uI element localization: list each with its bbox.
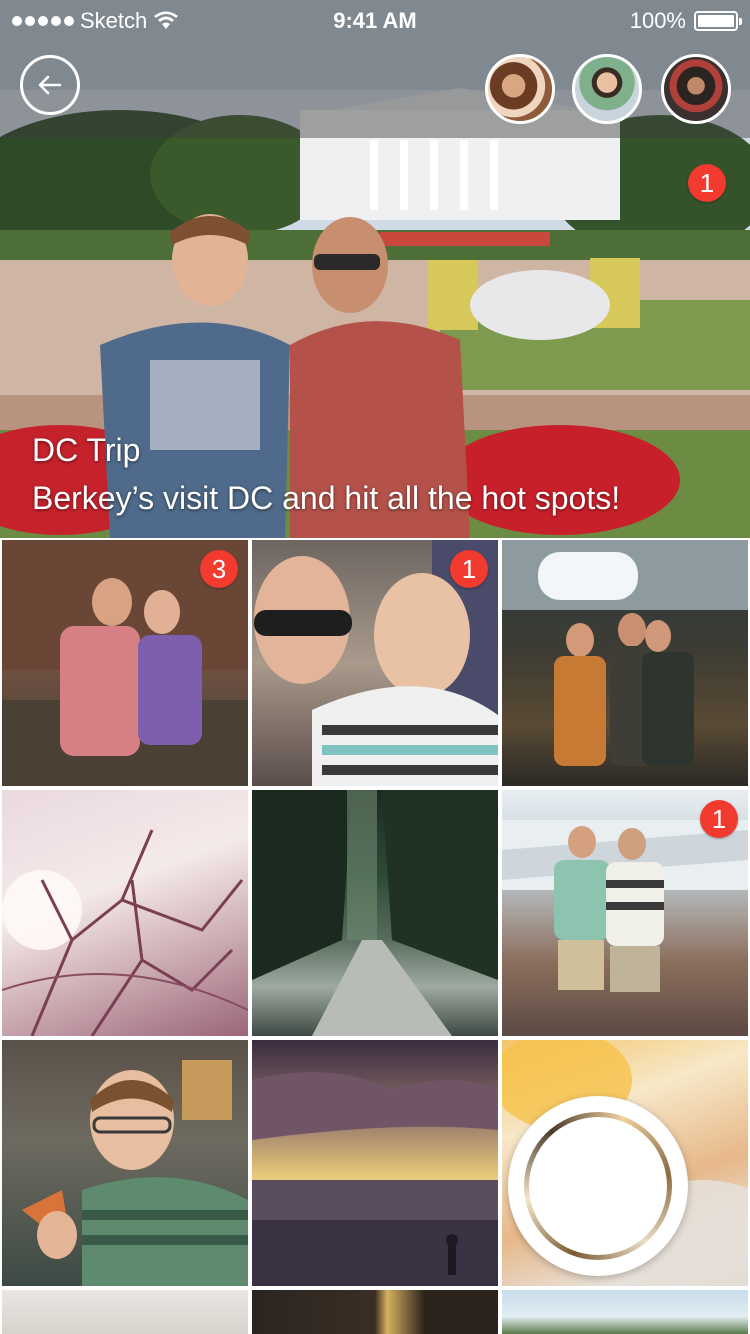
photo-tile-selfie[interactable]: 1 (252, 540, 498, 786)
status-right: 100% (629, 8, 742, 34)
restaurant-group-photo (502, 540, 748, 766)
avatar-group[interactable] (661, 54, 731, 124)
photo-tile-museum[interactable]: 1 (502, 790, 748, 1036)
photo-tile-teen-pizza[interactable] (2, 1040, 248, 1286)
forest-road-photo (252, 790, 498, 1036)
back-button[interactable] (20, 55, 80, 115)
capture-button[interactable] (508, 1096, 688, 1276)
photo-tile-partial-2[interactable] (252, 1290, 498, 1334)
avatar-teen[interactable] (572, 54, 642, 124)
photo-tile-couple-stoop[interactable]: 3 (2, 540, 248, 786)
photo-tile-partial-3[interactable] (502, 1290, 748, 1334)
battery-percent: 100% (629, 8, 686, 33)
capture-ring-core (529, 1117, 667, 1255)
teen-pizza-photo (22, 1060, 248, 1286)
avatar-couple[interactable] (485, 54, 555, 124)
back-arrow-icon (38, 75, 62, 95)
photo-tile-partial-1[interactable] (2, 1290, 248, 1334)
branches-photo (2, 829, 248, 1036)
photo-tile-forest-road[interactable] (252, 790, 498, 1036)
status-bar: Sketch 9:41 AM 100% (0, 0, 750, 40)
album-subtitle: Berkey’s visit DC and hit all the hot sp… (32, 480, 621, 516)
photo-notification-badge: 1 (450, 550, 488, 588)
battery-icon (694, 11, 742, 31)
photo-notification-badge: 3 (200, 550, 238, 588)
album-title: DC Trip (32, 432, 141, 468)
photo-tile-branches[interactable] (2, 790, 248, 1036)
album-screen: Sketch 9:41 AM 100% 1 DC Trip Berkey’s v… (0, 0, 750, 1334)
album-cover-photo[interactable]: Sketch 9:41 AM 100% 1 DC Trip Berkey’s v… (0, 0, 750, 538)
cover-notification-badge: 1 (688, 164, 726, 202)
capture-ring-icon (524, 1112, 672, 1260)
photo-tile-beach-sunset[interactable] (252, 1040, 498, 1286)
beach-sunset-photo (252, 1072, 498, 1286)
photo-notification-badge: 1 (700, 800, 738, 838)
photo-tile-firefly[interactable] (502, 540, 748, 786)
